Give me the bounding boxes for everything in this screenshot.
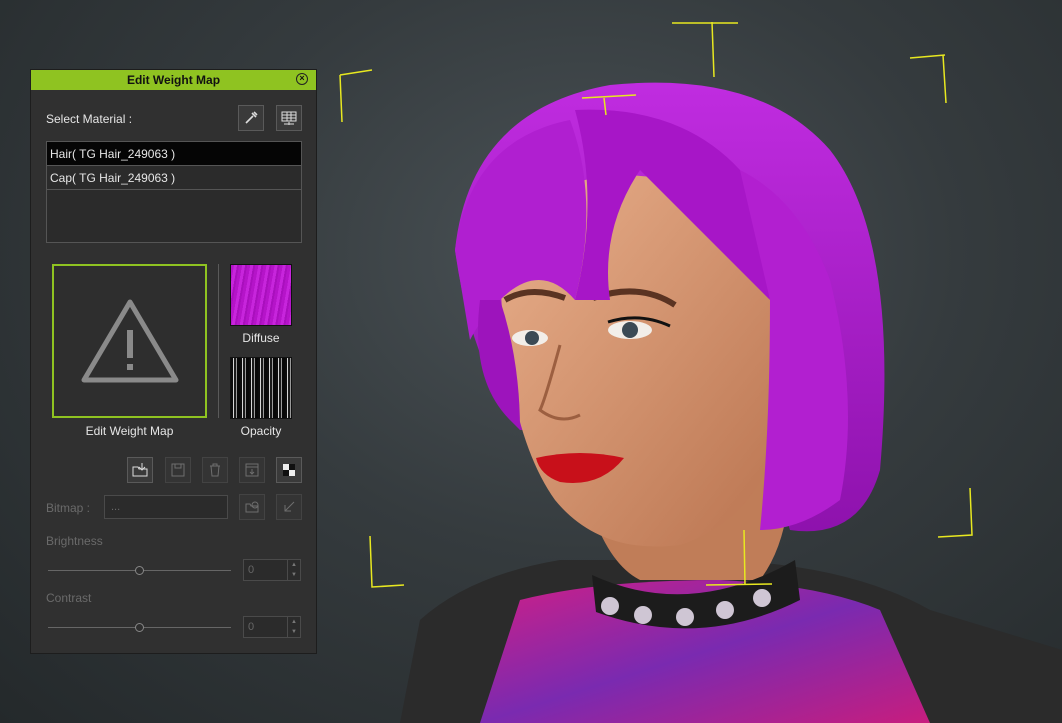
delete-image-button[interactable] (202, 457, 228, 483)
save-icon (171, 463, 185, 477)
list-item[interactable]: Hair( TG Hair_249063 ) (47, 142, 301, 166)
folder-icon (245, 501, 259, 513)
checker-icon (283, 464, 295, 476)
brightness-slider-knob[interactable] (135, 566, 144, 575)
edit-window-icon (245, 463, 259, 477)
spin-arrows-icon[interactable]: ▲ ▼ (287, 560, 300, 580)
diffuse-texture[interactable] (230, 264, 292, 326)
list-item[interactable]: Cap( TG Hair_249063 ) (47, 166, 301, 190)
bitmap-path-field[interactable]: ... (104, 495, 228, 519)
material-list: Hair( TG Hair_249063 ) Cap( TG Hair_2490… (46, 141, 302, 243)
panel-title: Edit Weight Map (126, 73, 221, 87)
diffuse-caption: Diffuse (242, 331, 280, 345)
edit-weight-map-panel: Edit Weight Map × Select Material : Hair… (30, 69, 317, 654)
eyedropper-icon (245, 111, 258, 124)
load-image-button[interactable] (127, 457, 153, 483)
close-icon[interactable]: × (296, 73, 308, 85)
folder-load-icon (132, 463, 148, 477)
weight-map-thumbnail[interactable] (52, 264, 207, 418)
contrast-label: Contrast (46, 591, 92, 605)
spin-arrows-icon[interactable]: ▲ ▼ (287, 617, 300, 637)
brightness-value: 0 (248, 564, 255, 576)
arrow-down-left-icon (284, 501, 295, 512)
contrast-spinbox[interactable]: 0 ▲ ▼ (243, 616, 301, 638)
material-list-button[interactable] (276, 105, 302, 131)
brightness-label: Brightness (46, 534, 103, 548)
reset-bitmap-button[interactable] (276, 494, 302, 520)
pick-material-button[interactable] (238, 105, 264, 131)
select-material-label: Select Material : (46, 112, 133, 126)
opacity-texture[interactable] (230, 357, 292, 419)
opacity-caption: Opacity (240, 424, 282, 438)
divider (218, 264, 219, 418)
browse-bitmap-button[interactable] (239, 494, 265, 520)
contrast-slider-knob[interactable] (135, 623, 144, 632)
launch-editor-button[interactable] (239, 457, 265, 483)
checker-pattern-button[interactable] (276, 457, 302, 483)
contrast-value: 0 (248, 621, 255, 633)
panel-titlebar[interactable]: Edit Weight Map × (31, 70, 316, 90)
trash-icon (210, 463, 220, 477)
bitmap-label: Bitmap : (46, 501, 91, 515)
warning-icon (81, 299, 178, 383)
grid-icon (281, 111, 297, 125)
brightness-spinbox[interactable]: 0 ▲ ▼ (243, 559, 301, 581)
save-image-button[interactable] (165, 457, 191, 483)
weight-map-caption: Edit Weight Map (85, 424, 174, 438)
